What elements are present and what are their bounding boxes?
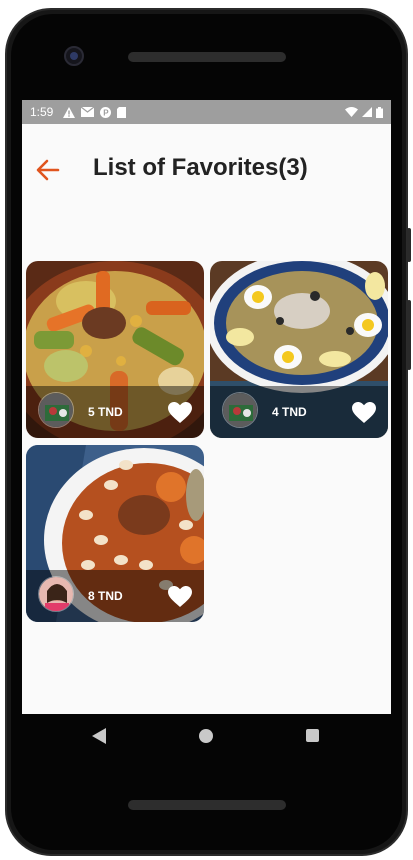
favorite-button[interactable] [168,402,192,424]
avatar[interactable] [222,392,258,428]
notification-icons: P [63,106,127,118]
page-title: List of Favorites(3) [93,154,308,181]
nav-back-icon[interactable] [92,728,106,744]
signal-icon [362,107,372,117]
sd-card-icon [117,106,127,118]
svg-text:P: P [104,108,110,117]
favorite-card[interactable]: 8 TND [26,445,204,622]
heart-icon [168,402,192,423]
favorite-button[interactable] [168,586,192,608]
power-button [407,228,411,262]
back-button[interactable] [32,154,64,186]
app-bar: List of Favorites(3) [22,124,391,214]
badge-icon: P [100,106,112,118]
price-label: 8 TND [88,589,123,603]
bottom-speaker [128,800,286,810]
mail-icon [81,107,95,117]
favorite-button[interactable] [352,402,376,424]
price-label: 5 TND [88,405,123,419]
warning-icon [63,106,76,118]
status-bar: 1:59 P [22,100,391,124]
status-time: 1:59 [30,105,54,119]
volume-button [407,300,411,370]
system-icons [345,106,383,118]
favorite-card[interactable]: 4 TND [210,261,388,438]
arrow-left-icon [36,159,60,181]
battery-icon [376,106,383,118]
android-nav-bar [22,714,391,758]
top-speaker [128,52,286,62]
avatar[interactable] [38,576,74,612]
front-camera [64,46,84,66]
favorite-card[interactable]: 5 TND [26,261,204,438]
wifi-icon [345,107,358,117]
price-label: 4 TND [272,405,307,419]
heart-icon [352,402,376,423]
nav-home-icon[interactable] [199,729,213,743]
avatar[interactable] [38,392,74,428]
nav-recents-icon[interactable] [306,729,319,742]
heart-icon [168,586,192,607]
screen: 1:59 P List of Favorites(3) 5 TND 4 TND … [22,100,391,714]
